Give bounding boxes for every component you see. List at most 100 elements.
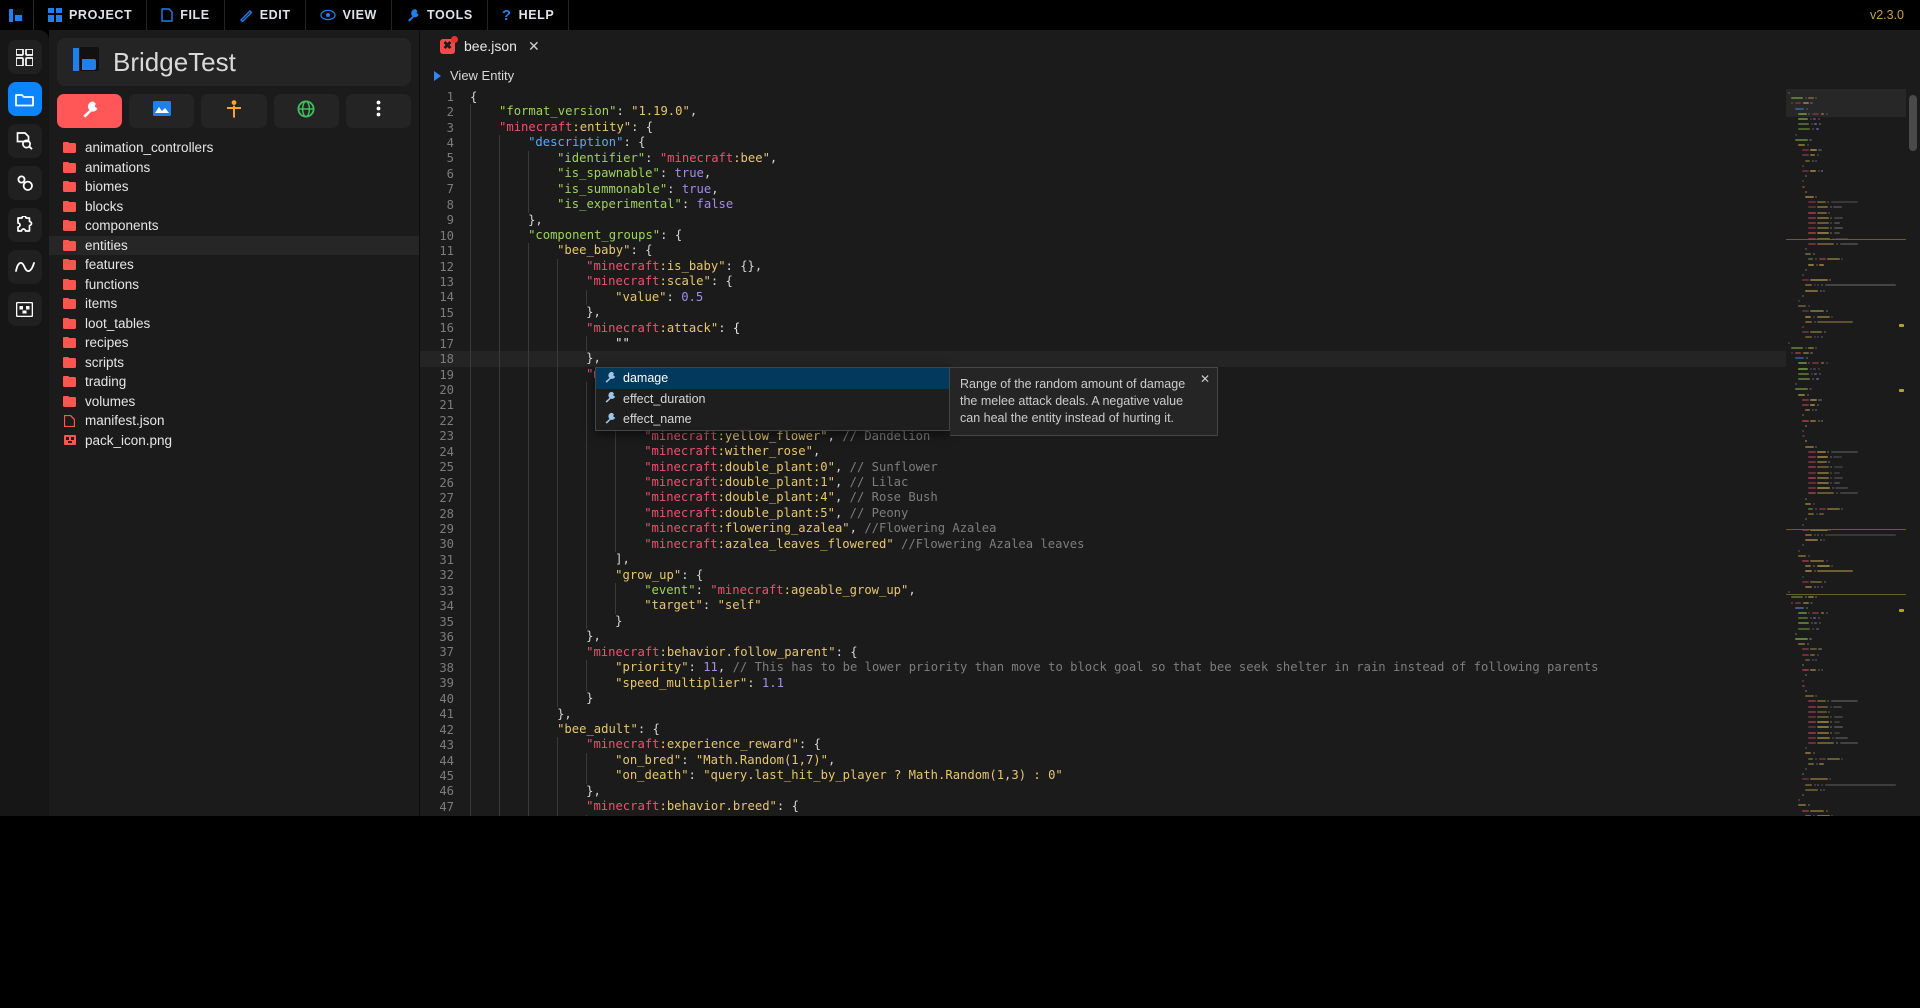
- tree-item-scripts[interactable]: scripts: [49, 353, 419, 373]
- menu-item-help[interactable]: ? HELP: [488, 0, 570, 30]
- pack-tab-world[interactable]: [273, 94, 339, 128]
- tree-item-manifest-json[interactable]: manifest.json: [49, 411, 419, 431]
- autocomplete-list[interactable]: damage effect_duration effect_name: [595, 367, 950, 431]
- tree-item-trading[interactable]: trading: [49, 372, 419, 392]
- code-line[interactable]: 33 "event": "minecraft:ageable_grow_up",: [420, 583, 1786, 599]
- minimap-line-mark: [1818, 757, 1826, 760]
- tree-item-recipes[interactable]: recipes: [49, 333, 419, 353]
- code-line[interactable]: 11 "bee_baby": {: [420, 243, 1786, 259]
- code-line[interactable]: 38 "priority": 11, // This has to be lowe…: [420, 660, 1786, 676]
- pack-tab-behavior[interactable]: [57, 94, 123, 128]
- project-header[interactable]: BridgeTest: [57, 38, 411, 86]
- code-line[interactable]: 26 "minecraft:double_plant:1", // Lilac: [420, 474, 1786, 491]
- autocomplete-item-damage[interactable]: damage: [596, 368, 949, 389]
- indent-guide: [615, 444, 644, 460]
- menu-item-edit[interactable]: EDIT: [225, 0, 306, 30]
- autocomplete-item-effect_name[interactable]: effect_name: [596, 409, 949, 430]
- code-line[interactable]: 35}: [420, 613, 1786, 630]
- code-scroll[interactable]: 1{2 "format_version": "1.19.0", 3 "minecraf…: [420, 89, 1786, 816]
- code-line[interactable]: 17 "": [420, 336, 1786, 352]
- tree-item-entities[interactable]: entities: [49, 235, 419, 255]
- code-line[interactable]: 9},: [420, 212, 1786, 228]
- vertical-scrollbar[interactable]: [1906, 89, 1920, 816]
- rail-item-textures[interactable]: [7, 292, 42, 326]
- pack-tab-skin[interactable]: [201, 94, 267, 128]
- code-line[interactable]: 1{: [420, 89, 1786, 104]
- code-line[interactable]: 31],: [420, 552, 1786, 568]
- code-line[interactable]: 39 "speed_multiplier": 1.1: [420, 675, 1786, 692]
- file-tree[interactable]: animation_controllers animations biomes blo…: [49, 138, 419, 816]
- tree-item-biomes[interactable]: biomes: [49, 177, 419, 197]
- code-line[interactable]: 48"priority": 4,: [420, 814, 1786, 816]
- code-line[interactable]: 36},: [420, 629, 1786, 645]
- minimap-line-mark: [1808, 206, 1816, 209]
- tree-item-pack-icon-png[interactable]: pack_icon.png: [49, 431, 419, 451]
- tree-item-items[interactable]: items: [49, 294, 419, 314]
- minimap-line-mark: [1830, 466, 1833, 469]
- menu-item-view[interactable]: VIEW: [306, 0, 392, 30]
- minimap-line-mark: [1803, 601, 1809, 604]
- rail-item-extensions[interactable]: [7, 208, 42, 242]
- code-line[interactable]: 41},: [420, 706, 1786, 722]
- view-entity-toggle[interactable]: View Entity: [420, 62, 1920, 89]
- code-line[interactable]: 46},: [420, 783, 1786, 800]
- close-icon[interactable]: ✕: [528, 38, 540, 55]
- code-line[interactable]: 14 "value": 0.5: [420, 289, 1786, 306]
- code-line[interactable]: 25 "minecraft:double_plant:0", // Sunflow…: [420, 459, 1786, 475]
- code-line[interactable]: 2 "format_version": "1.19.0",: [420, 104, 1786, 120]
- folder-icon: [63, 181, 76, 193]
- tree-item-features[interactable]: features: [49, 255, 419, 275]
- tree-item-components[interactable]: components: [49, 216, 419, 236]
- minimap-line-mark: [1816, 565, 1830, 568]
- rail-item-dashboard[interactable]: [7, 40, 42, 74]
- code-line[interactable]: 24 "minecraft:wither_rose",: [420, 444, 1786, 460]
- code-line[interactable]: 28 "minecraft:double_plant:5", // Peony: [420, 505, 1786, 522]
- menu-item-file[interactable]: FILE: [147, 0, 225, 30]
- code-line[interactable]: 27 "minecraft:double_plant:4", // Rose Bu…: [420, 490, 1786, 506]
- code-line[interactable]: 44 "on_bred": "Math.Random(1,7)",: [420, 752, 1786, 769]
- rail-item-explorer[interactable]: [7, 82, 42, 116]
- code-line[interactable]: 32 "grow_up": {: [420, 567, 1786, 583]
- pack-tab-more[interactable]: [345, 94, 412, 128]
- code-line[interactable]: 8 "is_experimental": false: [420, 197, 1786, 213]
- rail-item-settings[interactable]: [7, 166, 42, 200]
- code-line[interactable]: 5 "identifier": "minecraft:bee",: [420, 150, 1786, 167]
- editor-tab-bee-json[interactable]: ✖ bee.json ✕: [428, 30, 552, 62]
- tree-item-animations[interactable]: animations: [49, 158, 419, 178]
- code-line[interactable]: 3 "minecraft:entity": {: [420, 119, 1786, 136]
- tree-item-animation-controllers[interactable]: animation_controllers: [49, 138, 419, 158]
- tree-item-loot-tables[interactable]: loot_tables: [49, 314, 419, 334]
- scrollbar-thumb[interactable]: [1909, 95, 1917, 151]
- code-line[interactable]: 18},: [420, 351, 1786, 367]
- code-line[interactable]: 4 "description": {: [420, 135, 1786, 151]
- bridge-logo-icon[interactable]: [0, 0, 34, 30]
- rail-item-curves[interactable]: [7, 250, 42, 284]
- code-line[interactable]: 47 "minecraft:behavior.breed": {: [420, 799, 1786, 815]
- code-line[interactable]: 43 "minecraft:experience_reward": {: [420, 737, 1786, 753]
- tree-item-blocks[interactable]: blocks: [49, 197, 419, 217]
- code-line[interactable]: 6 "is_spawnable": true,: [420, 166, 1786, 182]
- code-line[interactable]: 7 "is_summonable": true,: [420, 181, 1786, 198]
- menu-item-tools[interactable]: TOOLS: [392, 0, 488, 30]
- close-icon[interactable]: ✕: [1200, 373, 1210, 385]
- code-line[interactable]: 40}: [420, 691, 1786, 707]
- minimap[interactable]: [1786, 89, 1906, 816]
- code-line[interactable]: 45 "on_death": "query.last_hit_by_player …: [420, 768, 1786, 784]
- code-line[interactable]: 34 "target": "self": [420, 598, 1786, 614]
- code-line[interactable]: 37 "minecraft:behavior.follow_parent": {: [420, 644, 1786, 661]
- code-line[interactable]: 42 "bee_adult": {: [420, 721, 1786, 738]
- code-line[interactable]: 16 "minecraft:attack": {: [420, 320, 1786, 336]
- menu-item-project[interactable]: PROJECT: [34, 0, 148, 30]
- pack-tab-resource[interactable]: [129, 94, 195, 128]
- code-line[interactable]: 12 "minecraft:is_baby": {},: [420, 258, 1786, 275]
- code-line[interactable]: 13 "minecraft:scale": {: [420, 274, 1786, 290]
- rail-item-file-search[interactable]: [7, 124, 42, 158]
- code-line[interactable]: 15},: [420, 305, 1786, 321]
- autocomplete-popup[interactable]: damage effect_duration effect_name Range of…: [595, 367, 1218, 436]
- tree-item-functions[interactable]: functions: [49, 275, 419, 295]
- tree-item-volumes[interactable]: volumes: [49, 392, 419, 412]
- code-line[interactable]: 30 "minecraft:azalea_leaves_flowered" //F…: [420, 536, 1786, 553]
- code-line[interactable]: 29 "minecraft:flowering_azalea", //Flower…: [420, 521, 1786, 537]
- code-line[interactable]: 10 "component_groups": {: [420, 227, 1786, 244]
- autocomplete-item-effect_duration[interactable]: effect_duration: [596, 389, 949, 410]
